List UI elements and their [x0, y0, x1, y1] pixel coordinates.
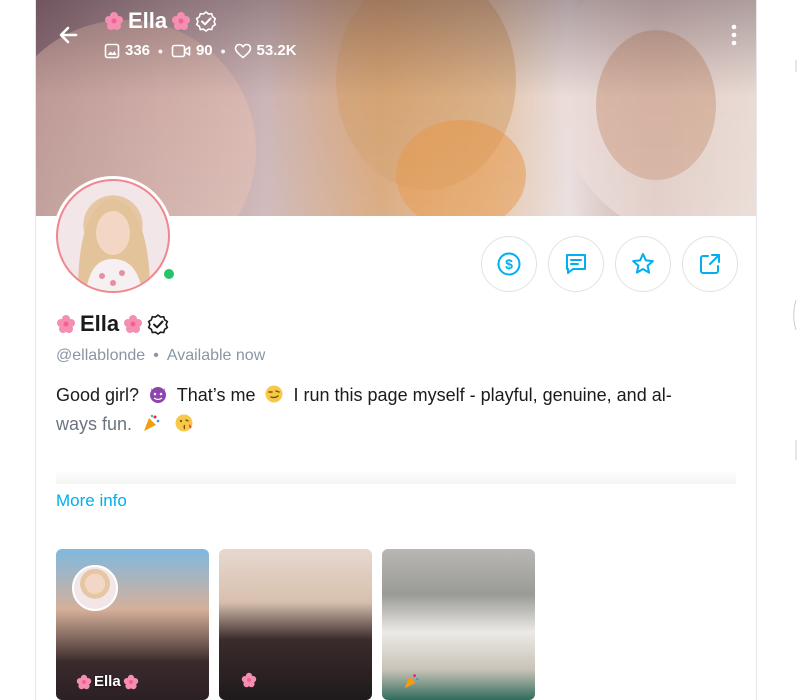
header-info: Ella 336 • 90 • 53.2K: [104, 8, 297, 59]
profile-handle[interactable]: @ellablonde: [56, 347, 145, 365]
share-button[interactable]: [682, 236, 738, 292]
avatar-portrait: [78, 199, 150, 291]
profile-name-text: Ella: [80, 311, 120, 336]
header-title: Ella: [104, 8, 297, 34]
stat-separator: •: [220, 42, 226, 59]
photo-icon: [104, 43, 120, 58]
media-thumbnails: Ella: [56, 549, 535, 700]
message-button[interactable]: [548, 236, 604, 292]
stat-separator: •: [158, 42, 163, 59]
header-name-text: Ella: [128, 8, 168, 33]
photos-count: 336: [104, 42, 150, 59]
flower-emoji: [172, 12, 191, 30]
back-arrow-icon[interactable]: [54, 20, 84, 50]
party-emoji: [404, 674, 419, 689]
more-info-link[interactable]: More info: [56, 491, 127, 511]
bio-fade: [56, 470, 736, 484]
star-icon: [632, 253, 654, 274]
cover-banner: Ella 336 • 90 • 53.2K: [36, 0, 756, 216]
videos-count-text: 90: [195, 42, 213, 59]
avatar-image: [56, 179, 170, 293]
media-thumbnail[interactable]: [219, 549, 372, 700]
tip-button[interactable]: $: [481, 236, 537, 292]
videos-count: 90: [171, 42, 213, 59]
bio-text: That’s me: [176, 385, 256, 405]
favorite-button[interactable]: [615, 236, 671, 292]
flower-emoji: [123, 674, 138, 689]
thumbnail-label: Ella: [76, 673, 139, 690]
header-stats: 336 • 90 • 53.2K: [104, 42, 297, 59]
scrollbar-edge: [793, 60, 797, 460]
thumbnail-avatar: [72, 565, 118, 611]
media-thumbnail[interactable]: [382, 549, 535, 700]
flower-emoji: [105, 12, 123, 30]
thumbnail-label-text: Ella: [94, 673, 121, 690]
flower-emoji: [57, 315, 75, 333]
verified-icon: [147, 313, 169, 335]
bio-text: I run this page myself - playful, genuin…: [293, 385, 672, 405]
availability-status: Available now: [166, 347, 266, 364]
bio-text: ways fun.: [56, 414, 133, 434]
share-icon: [700, 254, 720, 274]
flower-emoji: [124, 315, 143, 333]
media-thumbnail[interactable]: Ella: [56, 549, 209, 700]
smirk-emoji: [265, 385, 283, 403]
profile-card: Ella 336 • 90 • 53.2K $ Ella @ellablonde…: [35, 0, 757, 700]
flower-emoji: [241, 672, 257, 688]
photos-count-text: 336: [125, 42, 151, 59]
flower-emoji: [76, 674, 92, 689]
profile-subline: @ellablonde • Available now: [56, 347, 265, 365]
verified-icon: [195, 10, 217, 32]
more-vertical-icon[interactable]: [726, 20, 742, 50]
party-emoji: [144, 414, 160, 431]
subline-separator: •: [153, 347, 159, 364]
svg-text:$: $: [505, 256, 513, 272]
profile-bio: Good girl? That’s me I run this page mys…: [56, 381, 716, 439]
profile-name: Ella: [56, 311, 169, 337]
heart-icon: [234, 43, 251, 58]
devil-emoji: [150, 387, 167, 403]
likes-count: 53.2K: [234, 42, 297, 59]
likes-count-text: 53.2K: [256, 42, 297, 59]
online-indicator: [161, 266, 177, 282]
kiss-emoji: [175, 414, 193, 432]
avatar[interactable]: [53, 176, 177, 296]
chat-icon: [566, 254, 586, 274]
dollar-circle-icon: $: [497, 252, 521, 276]
action-buttons: $: [481, 236, 738, 292]
bio-text: Good girl?: [56, 385, 140, 405]
video-icon: [171, 44, 191, 57]
